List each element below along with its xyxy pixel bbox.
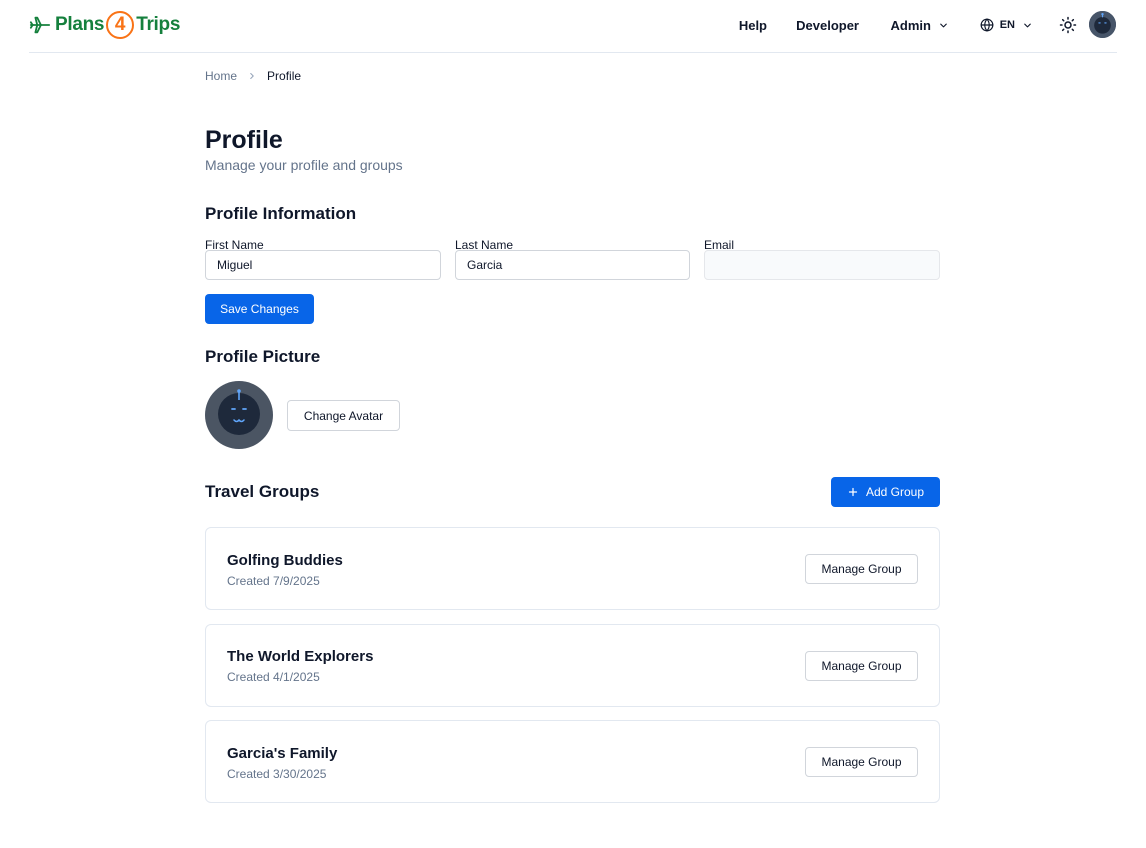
plus-icon [848, 487, 858, 497]
group-created-date: Created 7/9/2025 [227, 574, 320, 588]
chevron-down-icon [1024, 23, 1031, 27]
breadcrumb-current: Profile [267, 69, 302, 83]
chevron-right-icon [247, 71, 257, 81]
language-selector[interactable]: EN [980, 18, 1033, 32]
page-title: Profile [205, 126, 283, 154]
avatar-robot-icon [1089, 11, 1116, 38]
logo-number: 4 [106, 11, 135, 39]
manage-group-button[interactable]: Manage Group [805, 554, 918, 584]
nav-menu: Help Developer Admin EN [697, 10, 1117, 40]
logo-text-plans: Plans [55, 14, 105, 35]
logo-text-trips: Trips [136, 14, 181, 35]
nav-help-link[interactable]: Help [739, 18, 767, 33]
add-group-button[interactable]: Add Group [831, 477, 940, 507]
email-field [704, 250, 940, 280]
group-card: Garcia's Family Created 3/30/2025 Manage… [205, 720, 940, 803]
group-name: Garcia's Family [227, 745, 338, 762]
profile-picture-title: Profile Picture [205, 347, 321, 366]
top-nav-bar: Plans 4 Trips Help Developer Admin EN [29, 0, 1117, 53]
globe-icon [980, 18, 994, 32]
last-name-field[interactable] [455, 250, 690, 280]
profile-info-title: Profile Information [205, 204, 357, 223]
language-label: EN [999, 19, 1015, 31]
user-avatar[interactable] [1089, 11, 1116, 38]
logo[interactable]: Plans 4 Trips [29, 10, 180, 40]
group-created-date: Created 3/30/2025 [227, 767, 327, 781]
add-group-label: Add Group [865, 485, 925, 499]
group-card: Golfing Buddies Created 7/9/2025 Manage … [205, 527, 940, 610]
first-name-field[interactable] [205, 250, 441, 280]
change-avatar-button[interactable]: Change Avatar [287, 400, 400, 431]
plane-icon [29, 16, 51, 34]
save-changes-button[interactable]: Save Changes [205, 294, 314, 324]
travel-groups-title: Travel Groups [205, 482, 320, 501]
profile-avatar [205, 381, 273, 449]
manage-group-button[interactable]: Manage Group [805, 747, 918, 777]
group-card: The World Explorers Created 4/1/2025 Man… [205, 624, 940, 707]
chevron-down-icon [940, 23, 947, 27]
nav-admin-label: Admin [890, 17, 931, 33]
nav-admin-dropdown[interactable]: Admin [891, 18, 949, 33]
page-subtitle: Manage your profile and groups [205, 157, 403, 173]
manage-group-button[interactable]: Manage Group [805, 651, 918, 681]
group-created-date: Created 4/1/2025 [227, 670, 320, 684]
nav-developer-link[interactable]: Developer [796, 18, 859, 33]
group-name: The World Explorers [227, 648, 374, 665]
group-name: Golfing Buddies [227, 552, 343, 569]
avatar-robot-icon [218, 389, 260, 435]
breadcrumb-home-link[interactable]: Home [205, 69, 237, 83]
sun-icon[interactable] [1059, 16, 1077, 34]
breadcrumb: Home Profile [205, 69, 301, 83]
